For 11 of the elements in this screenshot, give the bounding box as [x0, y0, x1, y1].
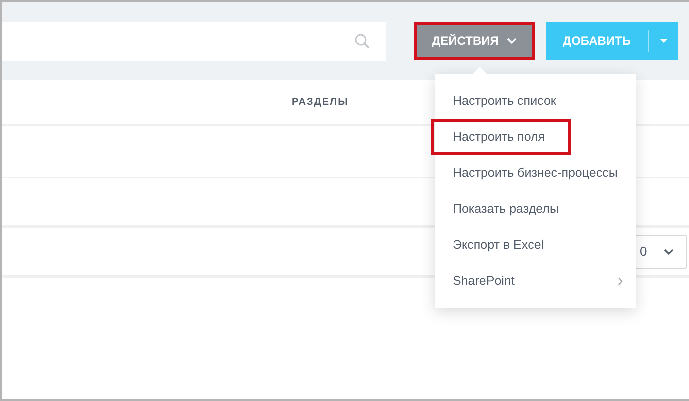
menu-item[interactable]: Показать разделы [431, 191, 640, 227]
chevron-icon [664, 248, 674, 254]
column-header: РАЗДЕЛЫ [292, 96, 349, 108]
chevron-right-icon [618, 276, 623, 286]
caret-icon [660, 39, 668, 43]
chevron-icon [506, 38, 517, 44]
search-icon [355, 34, 370, 48]
menu-item[interactable]: Настроить бизнес-процессы [431, 155, 640, 191]
search-field[interactable] [2, 22, 386, 60]
menu-item[interactable]: Настроить список [431, 83, 640, 119]
menu-item[interactable]: Настроить поля [431, 119, 571, 155]
